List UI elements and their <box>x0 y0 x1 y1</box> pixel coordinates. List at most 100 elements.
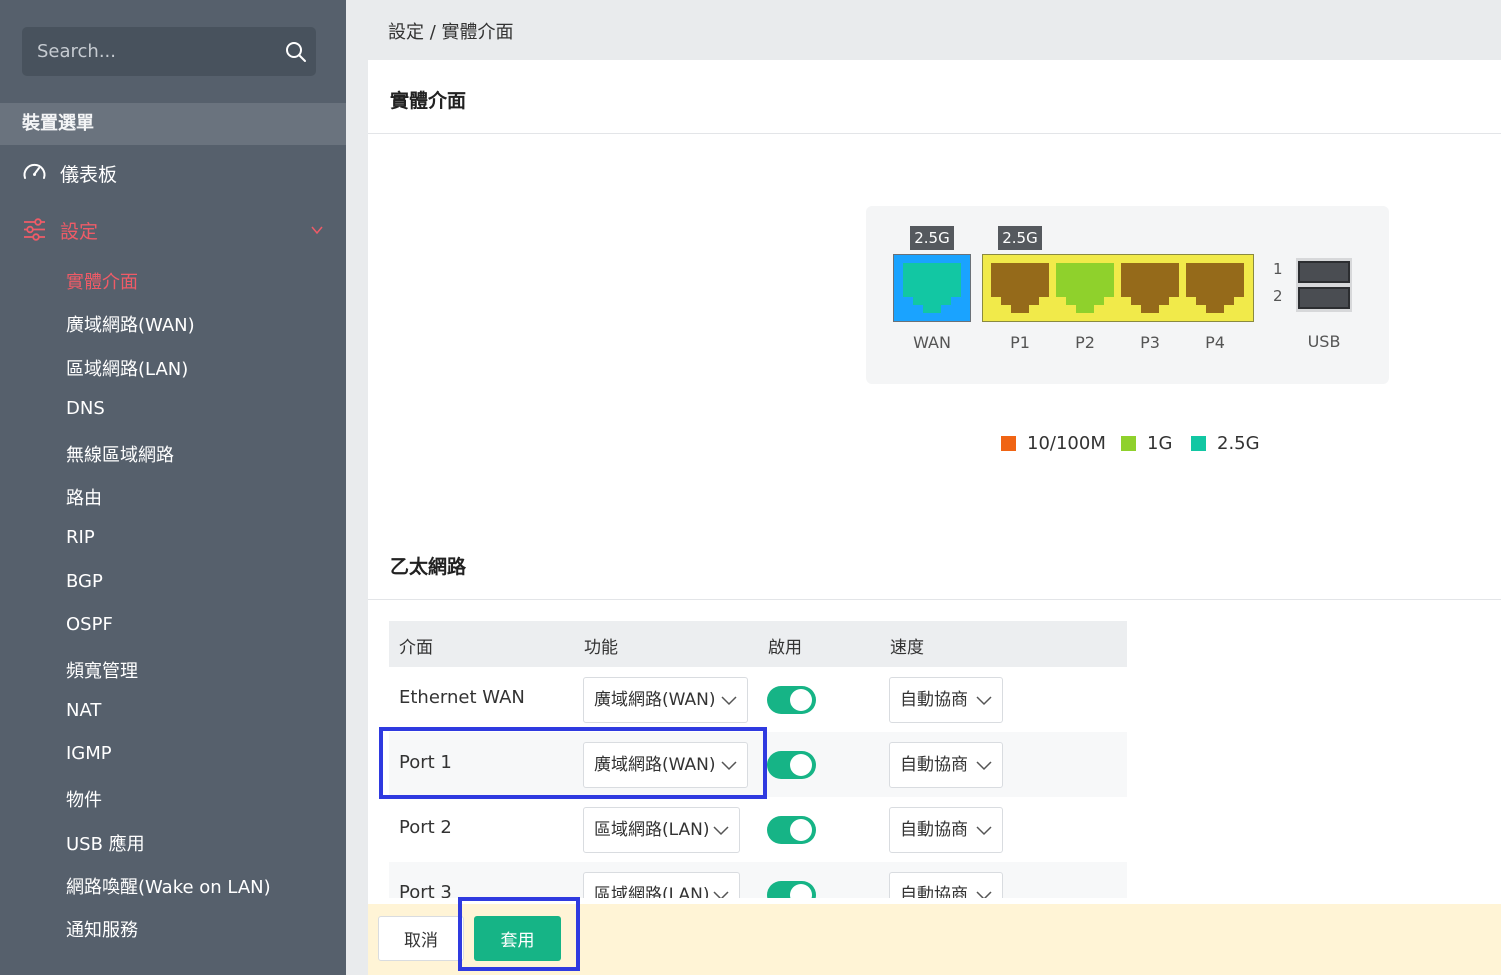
sidebar-item-settings-label: 設定 <box>60 221 99 243</box>
divider <box>368 133 1501 134</box>
sidebar-subitem-ospf[interactable]: OSPF <box>66 614 113 635</box>
legend-swatch <box>1001 436 1016 451</box>
chevron-down-icon <box>976 761 992 771</box>
speed-select[interactable]: 自動協商 <box>889 872 1003 898</box>
sidebar-subitem-notification[interactable]: 通知服務 <box>66 916 138 942</box>
port-label-p1: P1 <box>1010 333 1030 352</box>
legend-label: 10/100M <box>1027 433 1106 454</box>
sidebar-subitem-igmp[interactable]: IGMP <box>66 743 112 764</box>
sidebar-subitem-nat[interactable]: NAT <box>66 700 101 721</box>
legend-label: 2.5G <box>1217 433 1260 454</box>
sidebar-subitem-wireless[interactable]: 無線區域網路 <box>66 441 174 467</box>
port-label-p2: P2 <box>1075 333 1095 352</box>
table-row: Port 2 區域網路(LAN) 自動協商 <box>389 797 1127 862</box>
toggle-knob <box>790 819 812 841</box>
interface-name: Port 2 <box>399 817 452 838</box>
chevron-down-icon[interactable] <box>310 223 324 237</box>
sidebar-item-settings[interactable]: 設定 <box>0 209 346 249</box>
ethernet-jack-icon <box>1121 263 1179 313</box>
usb-port-icon <box>1298 287 1350 309</box>
enable-toggle[interactable] <box>767 816 816 844</box>
table-row: Port 1 廣域網路(WAN) 自動協商 <box>389 732 1127 797</box>
device-port-diagram: 2.5G 2.5G WAN P1 P2 P3 P4 1 2 USB <box>866 206 1389 384</box>
enable-toggle[interactable] <box>767 686 816 714</box>
speed-select[interactable]: 自動協商 <box>889 677 1003 723</box>
menu-header: 裝置選單 <box>0 103 346 145</box>
column-header-speed: 速度 <box>890 638 924 658</box>
chevron-down-icon <box>713 826 729 836</box>
sidebar-subitem-usb[interactable]: USB 應用 <box>66 830 145 856</box>
legend-swatch <box>1121 436 1136 451</box>
sidebar-subitem-bgp[interactable]: BGP <box>66 571 103 592</box>
sidebar-subitem-bandwidth[interactable]: 頻寬管理 <box>66 657 138 683</box>
legend-10-100m: 10/100M <box>1001 433 1106 454</box>
ethernet-jack-icon <box>903 263 961 313</box>
search-icon[interactable] <box>284 40 308 64</box>
breadcrumb: 設定 / 實體介面 <box>388 22 514 43</box>
chevron-down-icon <box>721 696 737 706</box>
toggle-knob <box>790 689 812 711</box>
column-header-interface: 介面 <box>399 638 433 658</box>
function-select-value: 區域網路(LAN) <box>594 885 710 898</box>
footer-action-bar: 取消 套用 <box>368 904 1501 975</box>
main-panel: 實體介面 2.5G 2.5G WAN P1 P2 P3 P4 1 2 USB 1… <box>368 60 1501 975</box>
search-input[interactable] <box>22 27 272 76</box>
ethernet-jack-icon <box>1056 263 1114 313</box>
chevron-down-icon <box>713 891 729 898</box>
ethernet-jack-icon <box>991 263 1049 313</box>
table-row: Port 3 區域網路(LAN) 自動協商 <box>389 862 1127 898</box>
lan-port-group <box>982 254 1254 322</box>
interface-name: Ethernet WAN <box>399 687 525 708</box>
column-header-function: 功能 <box>584 638 618 658</box>
sidebar-subitem-rip[interactable]: RIP <box>66 527 95 548</box>
dashboard-icon <box>23 163 46 179</box>
sidebar-subitem-wake-on-lan[interactable]: 網路喚醒(Wake on LAN) <box>66 873 271 899</box>
usb-number-1: 1 <box>1273 260 1283 278</box>
legend-1g: 1G <box>1121 433 1172 454</box>
speed-select[interactable]: 自動協商 <box>889 807 1003 853</box>
usb-ports <box>1296 258 1352 312</box>
function-select-value: 廣域網路(WAN) <box>594 690 716 710</box>
port-label-p3: P3 <box>1140 333 1160 352</box>
lan-speed-tag: 2.5G <box>998 226 1042 250</box>
section-title-ethernet: 乙太網路 <box>390 556 467 578</box>
apply-button[interactable]: 套用 <box>474 916 561 961</box>
chevron-down-icon <box>721 761 737 771</box>
chevron-down-icon <box>976 891 992 898</box>
sliders-icon <box>24 218 45 241</box>
sidebar-subitem-wan[interactable]: 廣域網路(WAN) <box>66 311 195 337</box>
speed-select-value: 自動協商 <box>900 755 968 775</box>
sidebar: 裝置選單 儀表板 設定 實體介面 廣域網路(WAN) 區域網路(LAN) DNS… <box>0 0 346 975</box>
function-select[interactable]: 區域網路(LAN) <box>583 872 740 898</box>
page-title: 實體介面 <box>390 90 467 112</box>
toggle-knob <box>790 884 812 898</box>
chevron-down-icon <box>976 826 992 836</box>
sidebar-item-dashboard[interactable]: 儀表板 <box>0 152 346 192</box>
function-select[interactable]: 區域網路(LAN) <box>583 807 740 853</box>
legend-swatch <box>1191 436 1206 451</box>
function-select[interactable]: 廣域網路(WAN) <box>583 677 748 723</box>
cancel-button[interactable]: 取消 <box>378 916 464 961</box>
port-label-p4: P4 <box>1205 333 1225 352</box>
function-select-value: 廣域網路(WAN) <box>594 755 716 775</box>
enable-toggle[interactable] <box>767 881 816 898</box>
sidebar-subitem-physical-interface[interactable]: 實體介面 <box>66 268 138 294</box>
column-header-enabled: 啟用 <box>768 638 802 658</box>
wan-speed-tag: 2.5G <box>910 226 954 250</box>
sidebar-subitem-lan[interactable]: 區域網路(LAN) <box>66 355 188 381</box>
divider <box>368 599 1501 600</box>
search-box <box>22 27 316 76</box>
enable-toggle[interactable] <box>767 751 816 779</box>
function-select[interactable]: 廣域網路(WAN) <box>583 742 748 788</box>
interface-name: Port 1 <box>399 752 452 773</box>
table-row: Ethernet WAN 廣域網路(WAN) 自動協商 <box>389 667 1127 732</box>
sidebar-subitem-routing[interactable]: 路由 <box>66 484 102 510</box>
sidebar-subitem-objects[interactable]: 物件 <box>66 786 102 812</box>
table-header: 介面 功能 啟用 速度 <box>389 621 1127 667</box>
sidebar-subitem-dns[interactable]: DNS <box>66 398 105 419</box>
sidebar-item-dashboard-label: 儀表板 <box>60 164 118 186</box>
usb-number-2: 2 <box>1273 287 1283 305</box>
speed-select[interactable]: 自動協商 <box>889 742 1003 788</box>
port-label-wan: WAN <box>913 333 951 352</box>
legend-2-5g: 2.5G <box>1191 433 1260 454</box>
